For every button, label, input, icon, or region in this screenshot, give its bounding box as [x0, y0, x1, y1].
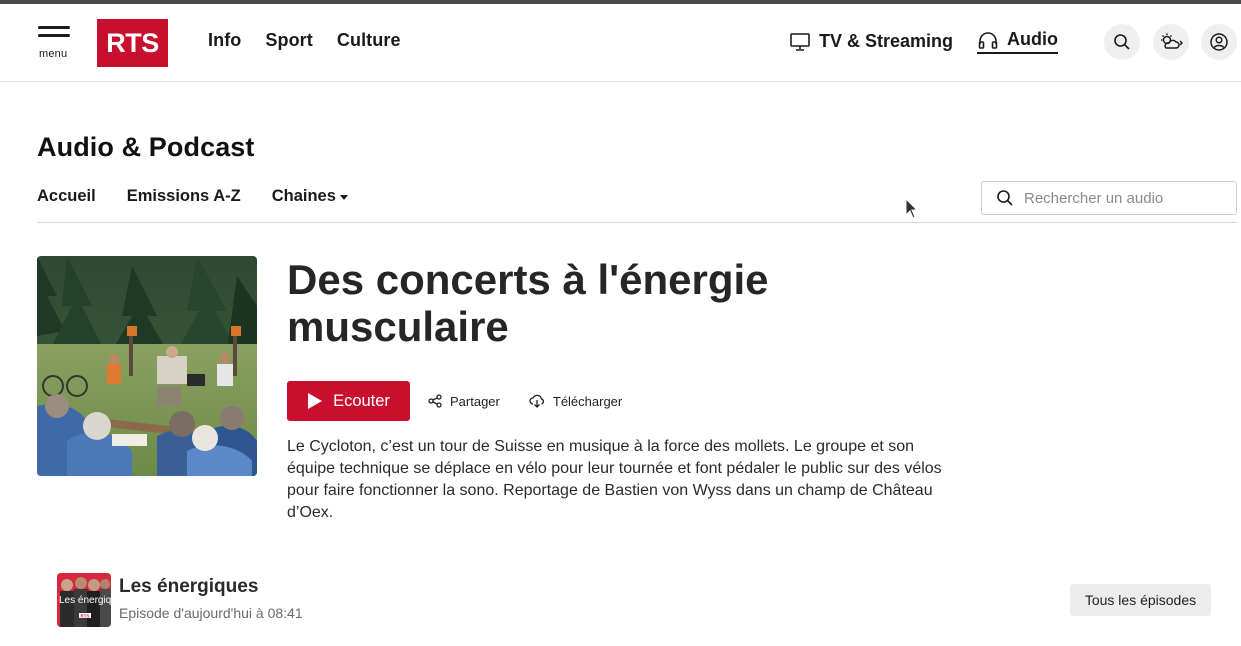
account-button[interactable] — [1201, 24, 1237, 60]
search-button[interactable] — [1104, 24, 1140, 60]
play-icon — [308, 393, 323, 409]
audio-subnav: Accueil Emissions A-Z Chaines — [37, 187, 348, 206]
rts-logo[interactable]: RTS — [97, 19, 168, 67]
show-episode-date: Episode d'aujourd'hui à 08:41 — [119, 605, 303, 621]
weather-icon — [1161, 33, 1183, 49]
menu-icon-bar — [38, 34, 70, 37]
all-episodes-button[interactable]: Tous les épisodes — [1070, 584, 1211, 616]
play-button[interactable]: Ecouter — [287, 381, 410, 421]
nav-sport[interactable]: Sport — [265, 30, 313, 51]
concert-photo — [37, 256, 257, 476]
download-button[interactable]: Télécharger — [529, 394, 622, 409]
tv-streaming-link[interactable]: TV & Streaming — [789, 31, 953, 52]
user-icon — [1210, 33, 1228, 51]
subnav-chaines-label: Chaines — [271, 187, 336, 205]
search-icon — [997, 190, 1013, 206]
show-cover-text: Les énergiques — [59, 595, 111, 606]
subnav-divider — [37, 222, 1237, 223]
monitor-icon — [790, 32, 810, 51]
show-cover-image: Les énergiques RTS — [57, 573, 111, 627]
mouse-cursor-icon — [905, 198, 919, 219]
audio-link[interactable]: Audio — [977, 29, 1059, 54]
nav-info[interactable]: Info — [208, 30, 241, 51]
section-title: Audio & Podcast — [37, 132, 255, 162]
episode-title: Des concerts à l'énergie musculaire — [287, 256, 769, 351]
right-nav: TV & Streaming Audio — [789, 29, 1059, 54]
menu-label: menu — [39, 48, 68, 60]
subnav-emissions[interactable]: Emissions A-Z — [127, 187, 241, 206]
caret-down-icon — [339, 195, 348, 200]
audio-search-box[interactable] — [981, 181, 1237, 215]
weather-button[interactable] — [1153, 24, 1189, 60]
episode-thumbnail — [37, 256, 257, 476]
show-thumbnail[interactable]: Les énergiques RTS — [57, 573, 111, 627]
menu-button[interactable]: menu — [38, 26, 72, 62]
headphones-icon — [978, 31, 998, 49]
show-cover-logo: RTS — [81, 614, 90, 619]
cloud-download-icon — [529, 394, 544, 408]
show-name[interactable]: Les énergiques — [119, 576, 258, 598]
share-icon — [428, 394, 442, 408]
tv-streaming-label: TV & Streaming — [819, 31, 954, 51]
search-icon — [1114, 34, 1130, 50]
episode-actions: Ecouter Partager Télécharger — [287, 381, 622, 421]
main-nav: Info Sport Culture — [208, 30, 401, 51]
share-button[interactable]: Partager — [428, 394, 500, 409]
play-label: Ecouter — [333, 391, 390, 410]
episode-description: Le Cycloton, c’est un tour de Suisse en … — [287, 438, 942, 521]
subnav-chaines[interactable]: Chaines — [272, 187, 348, 206]
menu-icon — [38, 26, 70, 29]
audio-label: Audio — [1007, 29, 1059, 49]
site-header: menu RTS Info Sport Culture TV & Streami… — [0, 4, 1241, 82]
share-label: Partager — [450, 393, 500, 409]
audio-search-input[interactable] — [1024, 189, 1224, 207]
nav-culture[interactable]: Culture — [337, 30, 401, 51]
subnav-accueil[interactable]: Accueil — [37, 187, 96, 206]
download-label: Télécharger — [552, 393, 623, 409]
